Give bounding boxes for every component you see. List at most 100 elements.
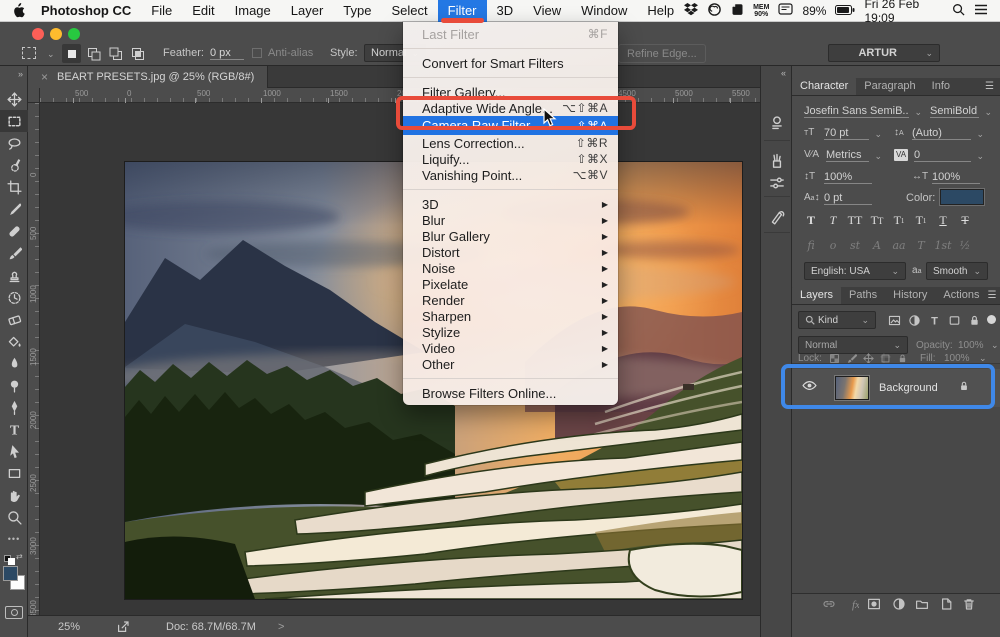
menubar-item-photoshop-cc[interactable]: Photoshop CC [31,0,141,22]
filter-lock-icon[interactable] [964,314,984,327]
panel-icon-tool-presets[interactable] [765,172,789,194]
color-swatches[interactable] [3,566,27,592]
tab-close-icon[interactable]: × [41,70,48,84]
lasso-tool[interactable] [0,132,28,154]
add-selection-button[interactable] [84,44,103,63]
opentype-t-button[interactable]: T [910,238,932,254]
panel-icon-brush-presets[interactable] [765,150,789,172]
filter-shape-icon[interactable] [944,314,964,327]
antialias-select[interactable]: Smooth⌄ [926,262,988,280]
trash-icon[interactable] [962,597,976,616]
calendar-icon[interactable] [778,3,793,18]
window-close-button[interactable] [32,28,44,40]
subtract-selection-button[interactable] [106,44,125,63]
menubar-item-type[interactable]: Type [333,0,381,22]
history-brush-tool[interactable] [0,286,28,308]
baseline-shift-input[interactable]: 0 pt [824,190,872,205]
move-tool[interactable] [0,88,28,110]
more-tools-icon[interactable]: ••• [0,534,28,544]
tool-preset-icon[interactable] [22,47,36,59]
menu-item-distort[interactable]: Distort▶ [403,244,618,260]
toolbar-expand-icon[interactable]: » [18,69,23,79]
menu-item-lens-correction[interactable]: Lens Correction...⇧⌘R [403,135,618,151]
mask-icon[interactable] [867,597,881,616]
tab-layers[interactable]: Layers [792,286,841,304]
tool-preset-chevron-icon[interactable]: ⌄ [47,49,55,60]
paint-bucket-tool[interactable] [0,330,28,352]
spotlight-icon[interactable] [952,3,965,19]
rectangle-tool[interactable] [0,462,28,484]
menubar-item-file[interactable]: File [141,0,182,22]
default-colors-icon[interactable]: ⇄ [4,552,24,564]
blur-tool[interactable] [0,352,28,374]
workspace-select[interactable]: ARTUR⌄ [828,44,940,62]
dodge-tool[interactable] [0,374,28,396]
dropbox-icon[interactable] [684,3,698,19]
zoom-level[interactable]: 25% [58,621,80,633]
type-tool[interactable]: T [0,418,28,440]
menubar-item-help[interactable]: Help [637,0,684,22]
battery-percent[interactable]: 89% [802,4,826,18]
opentype-st-button[interactable]: st [844,238,866,254]
quick-mask-button[interactable] [5,606,23,619]
menu-item-liquify[interactable]: Liquify...⇧⌘X [403,151,618,167]
status-chevron-icon[interactable]: > [278,621,284,633]
menu-item-convert-for-smart-filters[interactable]: Convert for Smart Filters [403,55,618,71]
menu-item-blur-gallery[interactable]: Blur Gallery▶ [403,228,618,244]
adjustment-icon[interactable] [892,597,906,616]
menubar-item-edit[interactable]: Edit [182,0,224,22]
superscript-button[interactable]: T1 [888,212,910,230]
pen-tool[interactable] [0,396,28,418]
apple-icon[interactable] [12,3,25,18]
menu-item-pixelate[interactable]: Pixelate▶ [403,276,618,292]
fx-icon[interactable]: fx [845,597,859,616]
canvas-area[interactable] [40,103,760,615]
filter-adjustment-icon[interactable] [904,314,924,327]
menu-item-browse-filters-online[interactable]: Browse Filters Online... [403,385,618,401]
filter-toggle-icon[interactable] [987,315,996,324]
document-tab[interactable]: × BEART PRESETS.jpg @ 25% (RGB/8#) [28,66,268,88]
menu-item-stylize[interactable]: Stylize▶ [403,324,618,340]
opentype-1st-button[interactable]: 1st [932,238,954,254]
clone-stamp-tool[interactable] [0,264,28,286]
menu-item-video[interactable]: Video▶ [403,340,618,356]
faux-bold-button[interactable]: T [800,212,822,230]
window-zoom-button[interactable] [68,28,80,40]
opentype--button[interactable]: ½ [954,238,976,254]
menu-item-sharpen[interactable]: Sharpen▶ [403,308,618,324]
vertical-ruler[interactable]: 0500100015002000250030003500 [28,103,40,637]
menu-item-render[interactable]: Render▶ [403,292,618,308]
spot-healing-tool[interactable] [0,220,28,242]
menubar-item-layer[interactable]: Layer [281,0,334,22]
foreground-color-swatch[interactable] [3,566,18,581]
language-select[interactable]: English: USA⌄ [804,262,906,280]
horizontal-scale-input[interactable]: 100% [932,169,980,184]
group-icon[interactable] [915,597,929,616]
opentype-a-button[interactable]: A [866,238,888,254]
antialias-checkbox[interactable] [252,48,262,58]
panel-icon-clone-source[interactable] [765,206,789,228]
menubar-item-image[interactable]: Image [225,0,281,22]
kerning-select[interactable]: Metrics⌄ [826,147,882,162]
menu-item-vanishing-point[interactable]: Vanishing Point...⌥⌘V [403,167,618,183]
menubar-item-window[interactable]: Window [571,0,637,22]
dock-collapse-icon[interactable]: « [781,68,786,78]
underline-button[interactable]: T [932,212,954,230]
faux-italic-button[interactable]: T [822,212,844,230]
menubar-item-view[interactable]: View [523,0,571,22]
panel-icon-adjustments[interactable] [765,112,789,134]
rectangular-marquee-tool[interactable] [0,110,28,132]
hand-tool[interactable] [0,484,28,506]
font-style-select[interactable]: SemiBold⌄ [930,103,992,118]
small-caps-button[interactable]: TT [866,212,888,230]
tab-paragraph[interactable]: Paragraph [856,77,923,95]
new-layer-icon[interactable] [939,597,953,616]
feather-input[interactable]: 0 px [210,47,244,60]
opacity-value[interactable]: 100% [958,340,984,351]
font-size-select[interactable]: 70 pt⌄ [824,125,882,140]
intersect-selection-button[interactable] [128,44,147,63]
crop-tool[interactable] [0,176,28,198]
opentype-aa-button[interactable]: aa [888,238,910,254]
quick-selection-tool[interactable] [0,154,28,176]
link-icon[interactable] [822,597,836,616]
